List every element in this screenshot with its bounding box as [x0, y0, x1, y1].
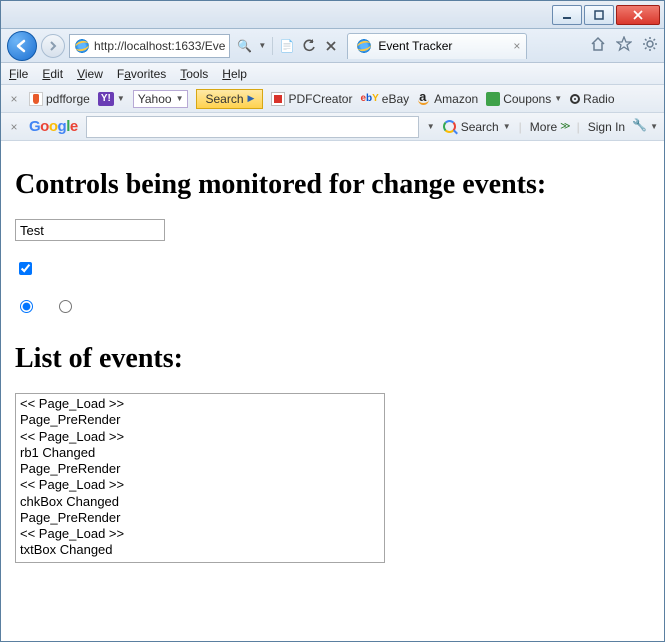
dropdown-icon[interactable]: ▼	[258, 41, 266, 50]
menu-edit[interactable]: Edit	[42, 67, 63, 81]
double-chevron-icon: ≫	[560, 121, 568, 132]
page-content: Controls being monitored for change even…	[1, 141, 664, 579]
search-icon	[443, 120, 457, 134]
menu-tools[interactable]: Tools	[180, 67, 208, 81]
tab-close-button[interactable]: ×	[513, 39, 520, 53]
menubar: File Edit View Favorites Tools Help	[1, 63, 664, 85]
event-item[interactable]: chkBox Changed	[20, 494, 380, 510]
close-button[interactable]	[616, 5, 660, 25]
yahoo-icon: Y!	[98, 92, 114, 106]
google-search-button[interactable]: Search ▼	[443, 120, 511, 134]
chevron-down-icon: ▼	[554, 94, 562, 103]
chevron-down-icon[interactable]: ▼	[427, 122, 435, 131]
toolbar-close-icon[interactable]: ×	[7, 92, 21, 106]
radio-button[interactable]: Radio	[570, 92, 614, 106]
coupons-button[interactable]: Coupons ▼	[486, 92, 562, 106]
amazon-button[interactable]: Amazon	[417, 92, 478, 106]
textbox-monitored[interactable]	[15, 219, 165, 241]
radio-2[interactable]	[59, 300, 72, 313]
home-button[interactable]	[590, 36, 606, 55]
arrow-right-icon	[48, 41, 58, 51]
address-tools: 🔍 ▼ 📄	[236, 37, 339, 55]
ie-icon	[74, 38, 90, 54]
chevron-down-icon: ▼	[503, 122, 511, 131]
search-engine-select[interactable]: Yahoo ▼	[133, 90, 189, 108]
window-titlebar	[1, 1, 664, 29]
star-icon	[616, 36, 632, 52]
compat-view-icon[interactable]: 📄	[279, 38, 295, 54]
arrow-left-icon	[15, 39, 29, 53]
google-logo: Google	[29, 118, 78, 135]
tab-title: Event Tracker	[378, 39, 452, 53]
radio-icon	[570, 94, 580, 104]
pdfforge-icon	[29, 92, 43, 106]
google-search-input[interactable]	[86, 116, 419, 138]
google-signin-button[interactable]: Sign In	[588, 120, 625, 134]
chevron-down-icon: ▼	[650, 122, 658, 131]
event-item[interactable]: txtBox Changed	[20, 542, 380, 558]
toolbar-close-icon[interactable]: ×	[7, 120, 21, 134]
arrow-right-icon: ▶	[248, 93, 255, 104]
pdfcreator-button[interactable]: PDFCreator	[271, 92, 352, 106]
event-item[interactable]: Page_PreRender	[20, 461, 380, 477]
stop-button[interactable]	[323, 38, 339, 54]
maximize-button[interactable]	[584, 5, 614, 25]
ebay-button[interactable]: ebY eBay	[360, 92, 409, 106]
amazon-icon	[417, 92, 431, 106]
menu-help[interactable]: Help	[222, 67, 247, 81]
minimize-button[interactable]	[552, 5, 582, 25]
pdf-icon	[271, 92, 285, 106]
wrench-icon	[633, 120, 647, 134]
coupons-icon	[486, 92, 500, 106]
event-item[interactable]: << Page_Load >>	[20, 526, 380, 542]
forward-button[interactable]	[41, 34, 65, 58]
nav-row: http://localhost:1633/Eve 🔍 ▼ 📄 Event Tr…	[1, 29, 664, 63]
event-item[interactable]: << Page_Load >>	[20, 396, 380, 412]
search-provider-icon[interactable]: 🔍	[236, 38, 252, 54]
toolbar-google: × Google ▼ Search ▼ | More ≫ | Sign In ▼	[1, 113, 664, 141]
toolbar-pdfforge: × pdfforge Y! ▼ Yahoo ▼ Search ▶ PDFCrea…	[1, 85, 664, 113]
event-item[interactable]: Page_PreRender	[20, 510, 380, 526]
event-item[interactable]: << Page_Load >>	[20, 429, 380, 445]
event-item[interactable]: rb1 Changed	[20, 445, 380, 461]
tools-button[interactable]	[642, 36, 658, 55]
radio-1[interactable]	[20, 300, 33, 313]
chevron-down-icon: ▼	[176, 94, 184, 103]
checkbox-monitored[interactable]	[19, 262, 32, 275]
ebay-icon: ebY	[360, 93, 378, 104]
address-bar[interactable]: http://localhost:1633/Eve	[69, 34, 230, 58]
google-settings-button[interactable]: ▼	[633, 120, 658, 134]
chevron-down-icon: ▼	[117, 94, 125, 103]
heading-controls: Controls being monitored for change even…	[15, 169, 650, 201]
yahoo-provider[interactable]: Y! ▼	[98, 92, 125, 106]
menu-file[interactable]: File	[9, 67, 28, 81]
heading-events: List of events:	[15, 343, 650, 375]
menu-favorites[interactable]: Favorites	[117, 67, 166, 81]
favorites-button[interactable]	[616, 36, 632, 55]
gear-icon	[642, 36, 658, 52]
menu-view[interactable]: View	[77, 67, 103, 81]
event-item[interactable]: << Page_Load >>	[20, 477, 380, 493]
address-text: http://localhost:1633/Eve	[94, 39, 225, 53]
ie-icon	[356, 38, 372, 54]
back-button[interactable]	[7, 31, 37, 61]
browser-tab[interactable]: Event Tracker ×	[347, 33, 527, 59]
pdfforge-button[interactable]: pdfforge	[29, 92, 90, 106]
search-button[interactable]: Search ▶	[196, 89, 263, 109]
home-icon	[590, 36, 606, 52]
google-more-button[interactable]: More ≫	[530, 120, 569, 134]
event-item[interactable]: Page_PreRender	[20, 412, 380, 428]
refresh-button[interactable]	[301, 38, 317, 54]
events-listbox[interactable]: << Page_Load >>Page_PreRender<< Page_Loa…	[15, 393, 385, 563]
